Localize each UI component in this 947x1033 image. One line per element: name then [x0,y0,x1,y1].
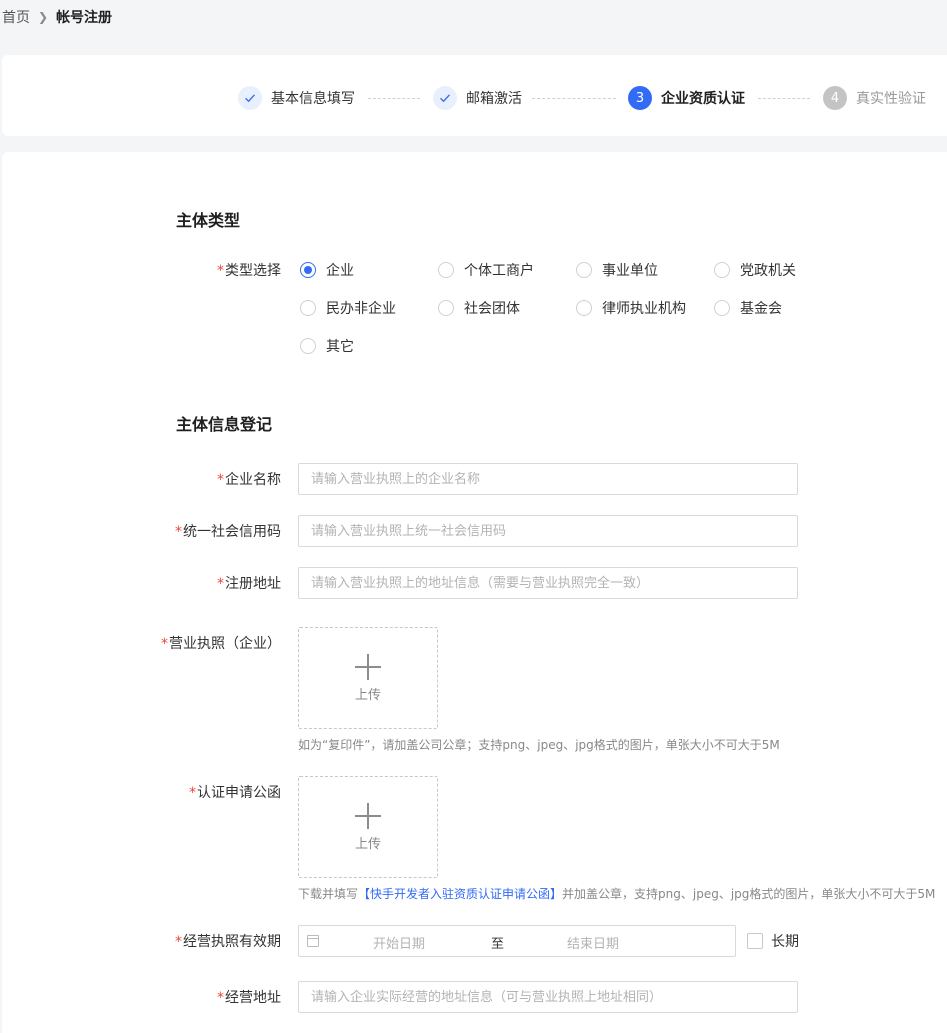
date-range-separator: 至 [491,937,505,952]
radio-foundation[interactable]: 基金会 [714,298,782,318]
radio-government[interactable]: 党政机关 [714,260,796,280]
reg-address-input[interactable] [298,567,798,599]
step-4: 4 真实性验证 [823,86,926,110]
validity-label: *经营执照有效期 [175,934,281,950]
step-connector [758,98,810,99]
step-label: 邮箱激活 [466,91,522,107]
biz-address-label: *经营地址 [217,990,281,1006]
breadcrumb-home[interactable]: 首页 [2,7,30,27]
credit-code-input[interactable] [298,515,798,547]
long-term-checkbox[interactable]: 长期 [747,932,799,950]
radio-icon [576,300,592,316]
step-number: 4 [823,86,847,110]
reg-address-label: *注册地址 [217,576,281,592]
end-date-input[interactable]: 结束日期 [567,933,619,952]
biz-address-input[interactable] [298,981,798,1013]
auth-letter-hint: 下载并填写【快手开发者入驻资质认证申请公函】并加盖公章，支持png、jpeg、j… [298,887,936,901]
step-1: 基本信息填写 [238,86,355,110]
checkbox-icon [747,933,763,949]
step-label: 企业资质认证 [661,91,745,107]
radio-public-institution[interactable]: 事业单位 [576,260,658,280]
radio-private-nonenterprise[interactable]: 民办非企业 [300,298,396,318]
type-select-label: *类型选择 [217,263,281,279]
check-icon [433,86,457,110]
radio-icon [438,262,454,278]
radio-individual-business[interactable]: 个体工商户 [438,260,534,280]
steps-card: 基本信息填写 邮箱激活 3 企业资质认证 4 真实性验证 [2,55,947,136]
section-title-entity-info: 主体信息登记 [176,415,273,434]
radio-icon [438,300,454,316]
chevron-right-icon: ❯ [38,10,49,24]
radio-checked-icon [300,262,316,278]
radio-icon [714,300,730,316]
breadcrumb: 首页 ❯ 帐号注册 [2,7,112,27]
step-connector [368,98,420,99]
section-title-entity-type: 主体类型 [176,211,241,230]
plus-icon [355,802,381,829]
radio-enterprise[interactable]: 企业 [300,260,354,280]
step-connector [532,98,616,99]
auth-letter-label: *认证申请公函 [189,785,281,801]
company-name-input[interactable] [298,463,798,495]
step-label: 基本信息填写 [271,91,355,107]
step-label: 真实性验证 [856,91,926,107]
validity-date-range[interactable]: 开始日期 至 结束日期 [298,925,736,957]
radio-icon [714,262,730,278]
radio-law-firm[interactable]: 律师执业机构 [576,298,686,318]
radio-icon [300,338,316,354]
start-date-input[interactable]: 开始日期 [373,933,425,952]
auth-letter-upload[interactable]: 上传 [298,776,438,878]
license-upload[interactable]: 上传 [298,627,438,729]
radio-other[interactable]: 其它 [300,336,354,356]
step-3: 3 企业资质认证 [628,86,745,110]
company-name-label: *企业名称 [217,472,281,488]
step-number: 3 [628,86,652,110]
license-hint: 如为“复印件”，请加盖公司公章；支持png、jpeg、jpg格式的图片，单张大小… [298,738,780,752]
credit-code-label: *统一社会信用码 [175,524,281,540]
step-2: 邮箱激活 [433,86,522,110]
radio-icon [576,262,592,278]
plus-icon [355,653,381,680]
check-icon [238,86,262,110]
radio-social-group[interactable]: 社会团体 [438,298,520,318]
download-letter-link[interactable]: 【快手开发者入驻资质认证申请公函】 [358,887,562,901]
form-card: 主体类型 *类型选择 企业 个体工商户 事业单位 党政机关 民办非企业 社会团体… [2,152,947,1033]
breadcrumb-current: 帐号注册 [56,10,113,26]
license-label: *营业执照（企业） [161,636,281,652]
calendar-icon [307,935,319,947]
radio-icon [300,300,316,316]
